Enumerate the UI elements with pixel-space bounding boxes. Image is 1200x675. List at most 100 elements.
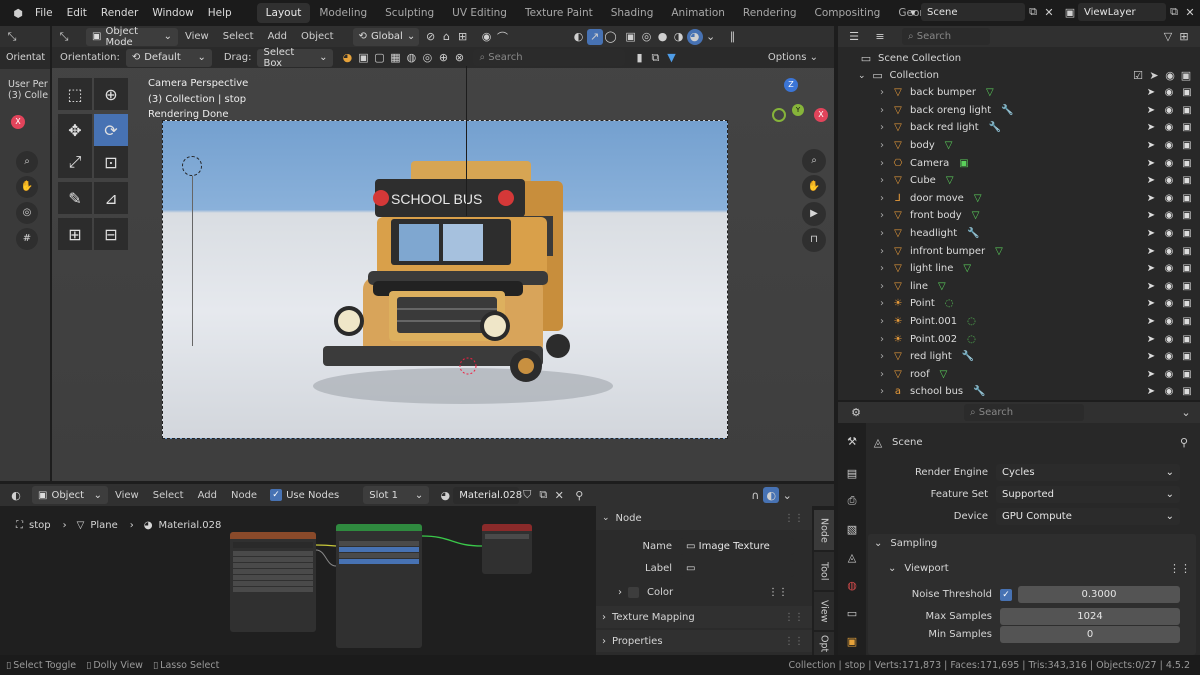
select-arrow-icon[interactable]: ➤ [1142,122,1160,133]
select-arrow-icon[interactable]: ➤ [1146,68,1162,84]
device-dropdown[interactable]: GPU Compute ⌄ [996,508,1180,525]
tab-view[interactable]: View [814,592,834,630]
chevron-right-icon[interactable]: › [880,316,884,327]
shading-solid-icon[interactable]: ● [655,29,671,45]
filter-funnel-icon[interactable]: ▽ [1160,29,1176,45]
eye-icon[interactable]: ◉ [1160,298,1178,309]
select-arrow-icon[interactable]: ➤ [1142,87,1160,98]
chevron-down-icon[interactable]: ⌄ [779,487,795,503]
outliner-item[interactable]: › ▽ headlight 🔧 ➤ ◉ ▣ [838,225,1200,243]
delete-viewlayer-icon[interactable]: ✕ [1182,4,1198,20]
camera-render-icon[interactable]: ▣ [1178,175,1196,186]
scene-collection-row[interactable]: ▭ Scene Collection [858,50,961,67]
outliner-item[interactable]: › ▽ roof ▽ ➤ ◉ ▣ [838,366,1200,384]
tab-texture-paint[interactable]: Texture Paint [516,3,602,23]
camera-render-icon[interactable]: ▣ [1178,140,1196,151]
hand-icon[interactable]: ✋ [802,175,826,199]
overlay-toggle-icon[interactable]: ◐ [763,487,780,503]
tool-tab-icon[interactable]: ⚒ [844,433,860,449]
outliner-item[interactable]: › ▽ front body ▽ ➤ ◉ ▣ [838,207,1200,225]
copy-icon[interactable]: ⧉ [647,50,663,66]
camera-render-icon[interactable]: ▣ [1178,351,1196,362]
display-mode-icon[interactable]: ≡ [872,29,888,45]
modifier-icon[interactable]: 🔧 [962,351,974,362]
drag-handle-icon[interactable]: ⋮⋮ [784,513,804,524]
chevron-right-icon[interactable]: › [880,175,884,186]
tab-uv-editing[interactable]: UV Editing [443,3,516,23]
chevron-right-icon[interactable]: › [880,122,884,133]
filter-mesh-icon[interactable]: ▣ [355,50,371,66]
select-arrow-icon[interactable]: ➤ [1142,158,1160,169]
transform-tool[interactable]: ⊡ [94,146,128,178]
tab-sculpting[interactable]: Sculpting [376,3,443,23]
camera-render-icon[interactable]: ▣ [1178,246,1196,257]
sampling-header[interactable]: ⌄ Sampling [874,538,937,549]
noise-threshold-field[interactable]: 0.3000 [1018,586,1180,603]
menu-object[interactable]: Object [294,31,341,42]
overlay-toggle-icon[interactable]: ◯ [603,29,619,45]
camera-render-icon[interactable]: ▣ [1178,158,1196,169]
camera-render-icon[interactable]: ▣ [1178,386,1196,397]
scale-tool[interactable]: ⤢ [58,146,92,178]
select-arrow-icon[interactable]: ➤ [1142,105,1160,116]
node-label-field[interactable]: ▭ [680,560,794,577]
eye-icon[interactable]: ◉ [1160,87,1178,98]
tab-layout[interactable]: Layout [256,3,311,23]
outliner-item[interactable]: › ▽ red light 🔧 ➤ ◉ ▣ [838,348,1200,366]
outliner-item[interactable]: › ▽ light line ▽ ➤ ◉ ▣ [838,260,1200,278]
eye-icon[interactable]: ◉ [1160,193,1178,204]
menu-help[interactable]: Help [201,7,239,19]
collection-row[interactable]: ⌄ ▭ Collection ☑ ➤ ◉ ▣ [858,67,1198,84]
shading-wire-icon[interactable]: ◎ [639,29,655,45]
snap-icon[interactable]: ∩ [747,487,763,503]
menu-edit[interactable]: Edit [60,7,94,19]
chevron-right-icon[interactable]: › [880,228,884,239]
navigation-gizmo[interactable]: Z Y X [756,78,832,154]
camera-render-icon[interactable]: ▣ [1178,87,1196,98]
camera-view-icon[interactable]: ▶ [802,202,826,226]
xray-icon[interactable]: ▣ [623,29,639,45]
output-tab-icon[interactable]: ⎙ [844,493,860,509]
camera-render-icon[interactable]: ▣ [1178,369,1196,380]
camera-render-icon[interactable]: ▣ [1178,281,1196,292]
editor-type-icon[interactable]: ⤡ [4,29,20,45]
min-samples-field[interactable]: 0 [1000,626,1180,643]
chevron-right-icon[interactable]: › [880,369,884,380]
lock-icon[interactable]: ⊓ [802,228,826,252]
outliner-item[interactable]: › ▽ back bumper ▽ ➤ ◉ ▣ [838,84,1200,102]
eye-icon[interactable]: ◉ [1160,122,1178,133]
tab-animation[interactable]: Animation [662,3,734,23]
gizmo-z-axis[interactable]: Z [784,78,798,92]
outliner-item[interactable]: › ▽ line ▽ ➤ ◉ ▣ [838,278,1200,296]
zoom-icon[interactable]: ⌕ [16,151,38,173]
snap-icon[interactable]: ⌂ [439,29,455,45]
drag-handle-icon[interactable]: ⋮⋮ [784,636,804,647]
bookmark-icon[interactable]: ▮ [631,50,647,66]
render-tab-icon[interactable]: ▤ [844,465,860,481]
viewport-search[interactable]: ⌕ Search [473,49,626,66]
filter-camera-icon[interactable]: ▦ [387,50,403,66]
outliner-item[interactable]: › ▽ infront bumper ▽ ➤ ◉ ▣ [838,242,1200,260]
modifier-icon[interactable]: 🔧 [989,122,1001,133]
light-data-icon[interactable]: ◌ [967,334,976,345]
modifier-icon[interactable]: 🔧 [967,228,979,239]
gizmo-toggle-icon[interactable]: ↗ [586,28,603,45]
select-arrow-icon[interactable]: ➤ [1142,193,1160,204]
eye-icon[interactable]: ◉ [1160,369,1178,380]
world-tab-icon[interactable]: ◍ [844,577,860,593]
delete-scene-icon[interactable]: ✕ [1041,4,1057,20]
add-object-tool[interactable]: ⊟ [94,218,128,250]
camera-view-icon[interactable]: ◎ [16,202,38,224]
properties-search[interactable]: ⌕ Search [964,404,1084,421]
node-name-field[interactable]: ▭ Image Texture [680,538,794,555]
falloff-icon[interactable]: ⌒ [495,29,511,45]
tab-shading[interactable]: Shading [602,3,663,23]
tab-modeling[interactable]: Modeling [310,3,376,23]
viewport-subheader[interactable]: ⌄ Viewport ⋮⋮ [888,560,1191,576]
chevron-right-icon[interactable]: › [880,334,884,345]
feature-set-dropdown[interactable]: Supported ⌄ [996,486,1180,503]
scene-selector[interactable]: Scene [921,3,1025,21]
drag-dropdown[interactable]: Select Box ⌄ [257,47,334,69]
pin-icon[interactable]: ⚲ [1176,434,1192,450]
color-checkbox[interactable] [628,587,639,598]
